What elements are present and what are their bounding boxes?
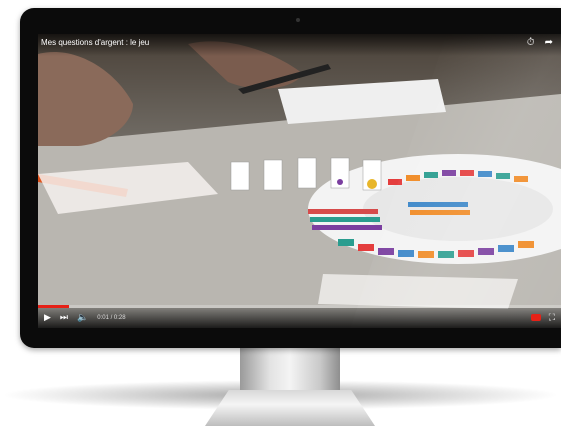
monitor-stand-neck: [240, 348, 340, 393]
paper-sheet-bottom: [318, 274, 518, 309]
share-icon[interactable]: ➦: [545, 37, 553, 49]
webcam-icon: [296, 18, 300, 22]
youtube-logo-icon[interactable]: [530, 314, 541, 321]
video-frame: [38, 34, 561, 328]
play-icon[interactable]: ▶: [44, 312, 51, 323]
volume-icon[interactable]: 🔈: [77, 312, 88, 323]
monitor-bezel: Mes questions d'argent : le jeu ⏱ ➦ ▶ ⏭ …: [20, 8, 561, 348]
video-title-bar: Mes questions d'argent : le jeu ⏱ ➦: [38, 34, 561, 56]
video-title[interactable]: Mes questions d'argent : le jeu: [41, 38, 149, 47]
monitor-stand-base: [205, 390, 375, 426]
fullscreen-icon[interactable]: ⛶: [549, 312, 555, 323]
player-controls: ▶ ⏭ 🔈 0:01 / 0:28 ⛶: [38, 308, 561, 328]
video-player[interactable]: Mes questions d'argent : le jeu ⏱ ➦ ▶ ⏭ …: [38, 34, 561, 328]
next-icon[interactable]: ⏭: [60, 312, 68, 323]
clock-icon[interactable]: ⏱: [527, 37, 535, 49]
time-display: 0:01 / 0:28: [97, 314, 126, 321]
